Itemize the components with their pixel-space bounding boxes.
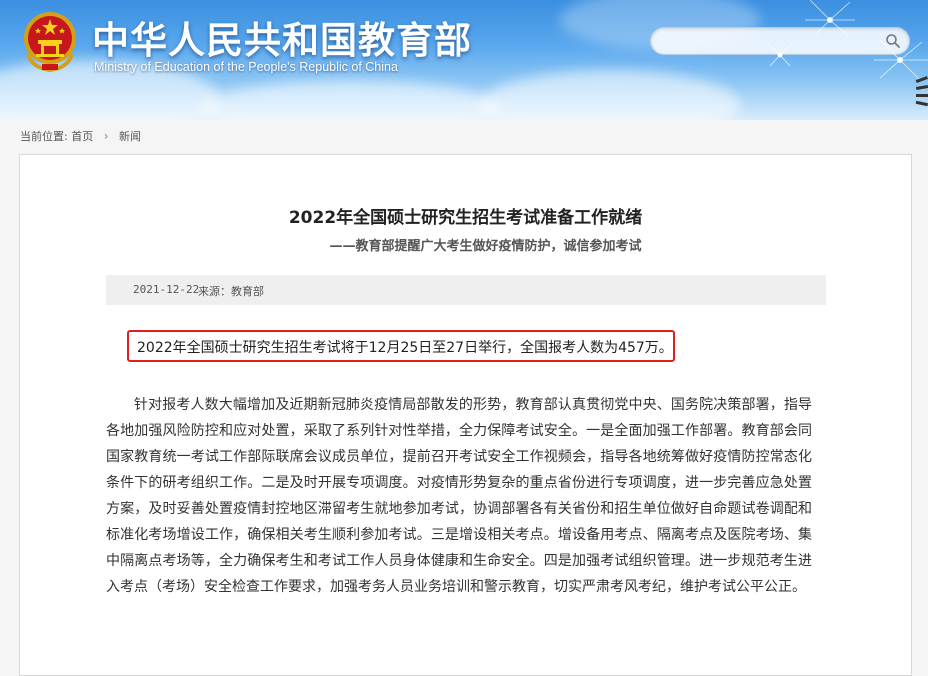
article-meta-bar: 2021-12-22 来源：教育部: [106, 275, 826, 305]
highlight-text: 2022年全国硕士研究生招生考试将于12月25日至27日举行，全国报考人数为45…: [137, 340, 673, 356]
chevron-right-icon: ›: [103, 129, 109, 143]
article-paragraph: 针对报考人数大幅增加及近期新冠肺炎疫情局部散发的形势，教育部认真贯彻党中央、国务…: [106, 397, 812, 595]
dandelion-decoration-icon: [767, 0, 928, 107]
article-subtitle: ——教育部提醒广大考生做好疫情防护，诚信参加考试: [329, 239, 642, 254]
article-title: 2022年全国硕士研究生招生考试准备工作就绪: [288, 208, 643, 228]
site-subtitle: Ministry of Education of the People's Re…: [94, 60, 398, 74]
national-emblem-icon[interactable]: [22, 10, 78, 72]
site-header: 中华人民共和国教育部 Ministry of Education of the …: [0, 0, 928, 120]
cloud-decoration: [200, 80, 500, 120]
cloud-decoration: [480, 70, 740, 120]
article-date: 2021-12-22: [133, 283, 200, 296]
article-body: 针对报考人数大幅增加及近期新冠肺炎疫情局部散发的形势，教育部认真贯彻党中央、国务…: [106, 392, 812, 600]
article-source: 来源：教育部: [198, 285, 264, 298]
breadcrumb-news-link[interactable]: 新闻: [119, 130, 141, 143]
breadcrumb: 当前位置: 首页 › 新闻: [20, 128, 141, 144]
breadcrumb-home-link[interactable]: 首页: [71, 130, 93, 143]
breadcrumb-label: 当前位置:: [20, 130, 68, 143]
site-title[interactable]: 中华人民共和国教育部: [92, 10, 472, 64]
highlight-annotation-box: 2022年全国硕士研究生招生考试将于12月25日至27日举行，全国报考人数为45…: [127, 330, 675, 362]
article-card: 2022年全国硕士研究生招生考试准备工作就绪 ——教育部提醒广大考生做好疫情防护…: [19, 154, 912, 676]
